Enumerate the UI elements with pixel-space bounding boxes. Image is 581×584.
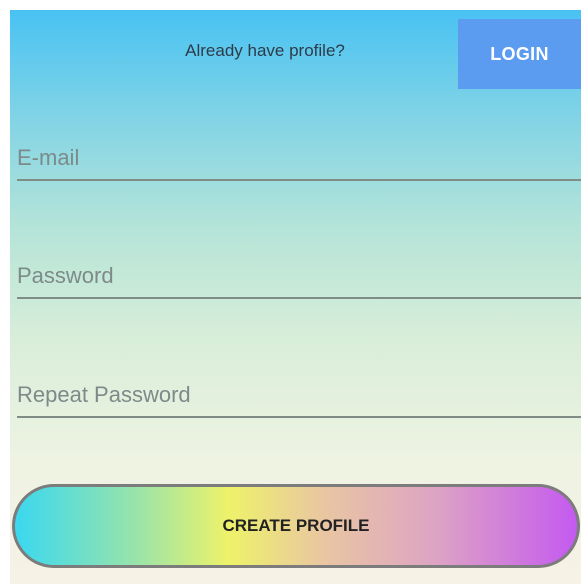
login-button[interactable]: LOGIN bbox=[458, 19, 581, 89]
email-field[interactable] bbox=[17, 141, 581, 181]
repeat-password-field[interactable] bbox=[17, 378, 581, 418]
password-field[interactable] bbox=[17, 259, 581, 299]
register-screen: Already have profile? LOGIN CREATE PROFI… bbox=[10, 10, 581, 584]
create-profile-button[interactable]: CREATE PROFILE bbox=[12, 484, 580, 568]
already-have-profile-text: Already have profile? bbox=[185, 41, 345, 60]
